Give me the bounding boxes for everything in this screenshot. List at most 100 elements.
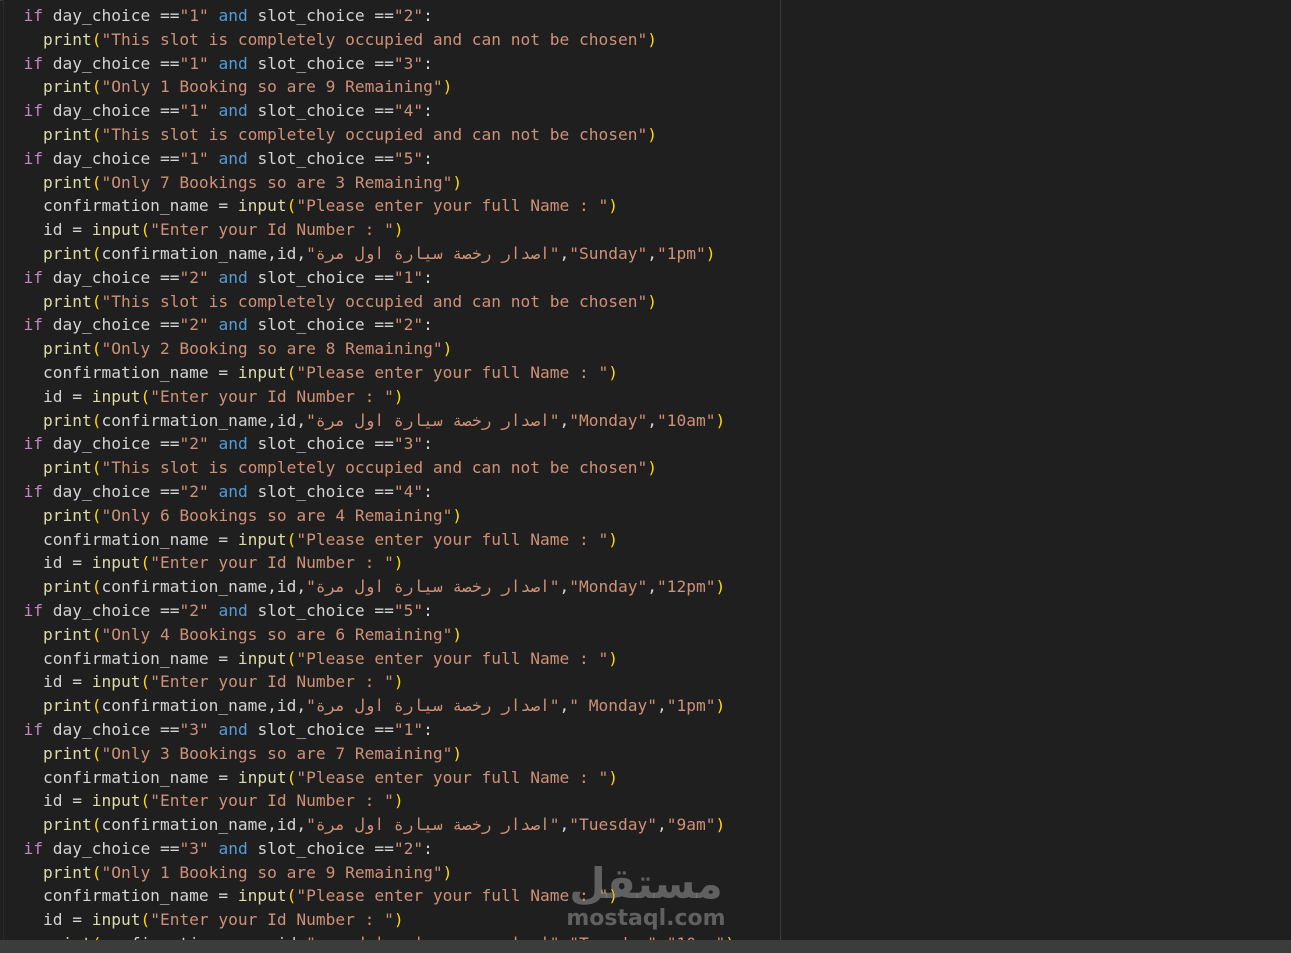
code-token: print [42,124,92,144]
code-token: day_choice == [43,6,180,25]
code-line[interactable]: if day_choice =="1" and slot_choice =="3… [4,52,781,76]
code-line[interactable]: print("Only 2 Booking so are 8 Remaining… [4,337,781,361]
code-token: and [218,481,248,501]
code-token: input [237,767,287,787]
code-line[interactable]: confirmation_name = input("Please enter … [4,766,781,790]
code-line[interactable]: print("This slot is completely occupied … [4,123,781,147]
code-line[interactable]: if day_choice =="3" and slot_choice =="2… [4,837,781,861]
code-token: : [423,53,433,73]
code-lines: if day_choice =="1" and slot_choice =="2… [4,4,781,940]
code-token: ( [91,862,102,882]
code-line[interactable]: print("Only 4 Bookings so are 6 Remainin… [4,623,781,647]
code-line[interactable]: if day_choice =="3" and slot_choice =="1… [4,718,781,742]
code-line[interactable]: print("Only 6 Bookings so are 4 Remainin… [4,504,781,528]
code-token: "10am" [657,410,716,430]
code-token: if [23,838,44,858]
code-token: print [42,577,92,597]
code-line[interactable]: if day_choice =="1" and slot_choice =="4… [4,99,781,123]
code-line[interactable]: confirmation_name = input("Please enter … [4,361,781,385]
code-token: ) [452,743,463,763]
code-token: : [423,267,433,287]
code-line[interactable]: if day_choice =="2" and slot_choice =="1… [4,266,781,290]
code-line[interactable]: print(confirmation_name,id,"اصدار رخصة س… [4,242,781,266]
code-token: "اصدار رخصة سيارة اول مرة" [306,243,560,263]
code-token: print [42,243,92,263]
code-line[interactable]: id = input("Enter your Id Number : ") [4,218,781,242]
code-token: "Enter your Id Number : " [150,220,394,240]
code-token: "Please enter your full Name : " [296,529,609,549]
code-line[interactable]: confirmation_name = input("Please enter … [4,528,781,552]
code-line[interactable]: print(confirmation_name,id,"اصدار رخصة س… [4,409,781,433]
code-line[interactable]: print("This slot is completely occupied … [4,456,781,480]
code-line[interactable]: print(confirmation_name,id,"اصدار رخصة س… [4,813,781,837]
code-line[interactable]: confirmation_name = input("Please enter … [4,884,781,908]
code-token: : [423,101,433,121]
code-token: ( [91,815,102,835]
code-line[interactable]: id = input("Enter your Id Number : ") [4,385,781,409]
code-token: ) [393,386,404,406]
code-token: ) [608,362,619,382]
code-token: ) [452,624,463,644]
code-token: ) [705,243,716,263]
code-line[interactable]: if day_choice =="1" and slot_choice =="5… [4,147,781,171]
code-token: if [23,53,44,73]
code-line[interactable]: print("Only 1 Booking so are 9 Remaining… [4,861,781,885]
code-token: confirmation_name = [42,648,238,668]
code-token: " Monday" [569,696,658,716]
code-token: "Please enter your full Name : " [296,648,609,668]
code-line[interactable]: if day_choice =="2" and slot_choice =="5… [4,599,781,623]
code-line[interactable]: print(confirmation_name,id,"اصدار رخصة س… [4,575,781,599]
code-editor-pane[interactable]: if day_choice =="1" and slot_choice =="2… [3,0,781,940]
code-line[interactable]: if day_choice =="1" and slot_choice =="2… [4,4,781,28]
code-line[interactable]: id = input("Enter your Id Number : ") [4,908,781,932]
code-line[interactable]: if day_choice =="2" and slot_choice =="3… [4,432,781,456]
code-token: "1" [179,53,209,73]
code-token: if [23,315,44,335]
code-token: ( [91,624,102,644]
horizontal-scrollbar[interactable] [0,940,1291,953]
code-token: print [42,624,92,644]
code-line[interactable]: confirmation_name = input("Please enter … [4,194,781,218]
code-line[interactable]: id = input("Enter your Id Number : ") [4,551,781,575]
code-token: : [423,838,433,858]
code-line[interactable]: confirmation_name = input("Please enter … [4,647,781,671]
code-line[interactable]: if day_choice =="2" and slot_choice =="4… [4,480,781,504]
code-line[interactable]: print("Only 1 Booking so are 9 Remaining… [4,75,781,99]
code-token: ) [715,577,726,597]
code-token: ) [393,791,404,811]
code-token: if [23,600,44,620]
code-token: "Only 1 Booking so are 9 Remaining" [101,77,443,97]
code-token: , [559,410,570,430]
code-line[interactable]: print(confirmation_name,id,"اصدار رخصة س… [4,694,781,718]
code-token: and [218,315,248,335]
code-line[interactable]: if day_choice =="2" and slot_choice =="2… [4,313,781,337]
code-line[interactable]: print("Only 7 Bookings so are 3 Remainin… [4,171,781,195]
code-token: ( [91,743,102,763]
code-line[interactable]: print("This slot is completely occupied … [4,28,781,52]
code-token: "اصدار رخصة سيارة اول مرة" [306,815,560,835]
code-line[interactable]: print("This slot is completely occupied … [4,290,781,314]
code-line[interactable]: print(confirmation_name,id,"اصدار رخصة س… [4,932,781,940]
code-token: "Please enter your full Name : " [296,196,609,216]
code-line[interactable]: id = input("Enter your Id Number : ") [4,789,781,813]
code-line[interactable]: id = input("Enter your Id Number : ") [4,670,781,694]
code-token: "2" [393,838,424,858]
code-token: ( [91,696,102,716]
code-token: ( [140,386,151,406]
code-token: ) [647,291,657,311]
code-token: "اصدار رخصة سيارة اول مرة" [306,696,560,716]
code-line[interactable]: print("Only 3 Bookings so are 7 Remainin… [4,742,781,766]
code-token: confirmation_name = [42,362,238,382]
